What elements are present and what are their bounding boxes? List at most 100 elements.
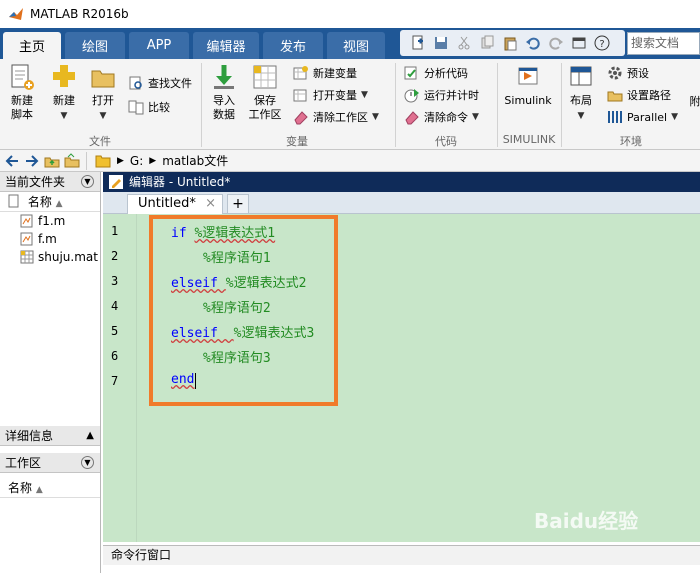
back-arrow-icon[interactable] <box>4 153 20 169</box>
name-column-header[interactable]: 名称 ▲ <box>0 192 100 212</box>
breadcrumb-folder[interactable]: matlab文件 <box>162 152 228 169</box>
layout-button[interactable]: 布局 ▼ <box>564 63 598 123</box>
svg-text:?: ? <box>599 39 604 50</box>
group-simulink-label: SIMULINK <box>502 133 556 146</box>
workspace-name-column-header[interactable]: 名称 ▲ <box>0 478 100 498</box>
panel-menu-icon[interactable]: ▼ <box>81 456 94 469</box>
open-variable-label: 打开变量 <box>313 89 357 102</box>
expand-up-icon[interactable]: ▲ <box>86 426 94 446</box>
find-files-label: 查找文件 <box>148 77 192 90</box>
matlab-logo-icon <box>9 8 23 20</box>
tab-plots[interactable]: 绘图 <box>65 32 125 59</box>
open-variable-icon <box>293 89 307 102</box>
tab-publish[interactable]: 发布 <box>263 32 323 59</box>
group-variable-label: 变量 <box>286 135 308 148</box>
m-file-icon <box>20 214 33 228</box>
workspace-name-label: 名称 <box>8 481 33 495</box>
details-title: 详细信息 <box>5 429 54 443</box>
clear-commands-button[interactable]: 清除命令 ▼ <box>404 109 479 125</box>
undo-icon[interactable] <box>525 35 541 51</box>
new-button[interactable]: 新建 ▼ <box>46 63 82 123</box>
paste-icon[interactable] <box>502 35 518 51</box>
save-workspace-icon <box>253 65 277 89</box>
parallel-button[interactable]: Parallel ▼ <box>607 109 678 125</box>
open-variable-button[interactable]: 打开变量 ▼ <box>293 87 368 103</box>
new-tab-button[interactable]: + <box>227 194 249 214</box>
new-file-icon[interactable] <box>410 35 426 51</box>
ribbon-tab-bar: 主页 绘图 APP 编辑器 发布 视图 ? 搜索文档 <box>0 28 700 59</box>
new-label: 新建 <box>53 94 75 107</box>
panel-menu-icon[interactable]: ▼ <box>81 175 94 188</box>
tab-view[interactable]: 视图 <box>327 32 385 59</box>
new-script-icon <box>11 64 34 90</box>
clear-workspace-button[interactable]: 清除工作区 ▼ <box>293 109 379 125</box>
line-number: 3 <box>111 274 119 288</box>
line-number: 4 <box>111 299 119 313</box>
file-item[interactable]: shuju.mat <box>0 248 100 266</box>
preferences-button[interactable]: 预设 <box>607 65 649 81</box>
folder-icon <box>95 155 111 167</box>
editor-tab-label: Untitled* <box>138 196 196 211</box>
import-data-button[interactable]: 导入 数据 <box>206 63 242 122</box>
mat-file-icon <box>20 250 34 264</box>
parallel-icon <box>608 111 622 123</box>
current-folder-panel: 当前文件夹 ▼ 名称 ▲ f1.m f.m shuju.mat 详细信息 ▲ 工… <box>0 172 101 573</box>
clear-workspace-label: 清除工作区 <box>313 111 368 124</box>
new-script-button[interactable]: 新建 脚本 <box>4 63 40 122</box>
compare-button[interactable]: 比较 <box>128 99 170 115</box>
new-plus-icon <box>53 65 75 87</box>
run-and-time-button[interactable]: 运行并计时 <box>404 87 479 103</box>
ribbon: 新建 脚本 新建 ▼ 打开 ▼ 查找文件 比较 文件 导入 数据 保存 工作区 新建… <box>0 59 700 150</box>
eraser-icon <box>405 111 419 125</box>
command-window-header: 命令行窗口 <box>103 545 700 565</box>
line-number: 6 <box>111 349 119 363</box>
breadcrumb-separator-icon: ▶ <box>149 155 157 166</box>
search-input[interactable]: 搜索文档 <box>627 32 700 55</box>
layout-label: 布局 <box>570 94 592 107</box>
tab-apps[interactable]: APP <box>129 32 189 59</box>
current-folder-header: 当前文件夹 ▼ <box>0 172 100 192</box>
new-script-label: 新建 脚本 <box>11 94 33 121</box>
open-button[interactable]: 打开 ▼ <box>86 63 120 123</box>
breadcrumb-drive[interactable]: G: <box>130 154 143 168</box>
group-file-label: 文件 <box>89 135 111 148</box>
tab-home[interactable]: 主页 <box>3 32 61 59</box>
cut-icon[interactable] <box>456 35 472 51</box>
editor-tab-untitled[interactable]: Untitled* × <box>127 194 223 214</box>
forward-arrow-icon[interactable] <box>24 153 40 169</box>
line-number: 2 <box>111 249 119 263</box>
eraser-icon <box>294 111 308 125</box>
file-item[interactable]: f1.m <box>0 212 100 230</box>
addons-label: 附 <box>689 95 700 108</box>
close-icon[interactable]: × <box>205 195 216 213</box>
browse-folder-icon[interactable] <box>64 152 80 169</box>
simulink-button[interactable]: Simulink <box>502 63 554 108</box>
divider <box>86 151 87 170</box>
redo-icon[interactable] <box>548 35 564 51</box>
find-files-button[interactable]: 查找文件 <box>128 75 192 91</box>
name-column-label: 名称 <box>27 195 52 209</box>
switch-windows-icon[interactable] <box>571 35 587 51</box>
line-number: 7 <box>111 374 119 388</box>
line-number: 1 <box>111 224 119 238</box>
save-icon[interactable] <box>433 35 449 51</box>
set-path-button[interactable]: 设置路径 <box>607 87 671 103</box>
up-folder-icon[interactable] <box>44 153 60 169</box>
workspace-header: 工作区 ▼ <box>0 453 100 473</box>
quick-access-toolbar: ? <box>400 30 625 56</box>
copy-icon[interactable] <box>479 35 495 51</box>
workspace-title: 工作区 <box>5 456 42 470</box>
save-workspace-button[interactable]: 保存 工作区 <box>246 63 284 122</box>
m-file-icon <box>20 232 33 246</box>
new-variable-button[interactable]: 新建变量 <box>293 65 357 81</box>
command-window[interactable] <box>103 565 700 573</box>
addons-button[interactable]: 附 <box>688 95 700 109</box>
watermark: Baidu经验 <box>534 509 639 533</box>
tab-editor[interactable]: 编辑器 <box>193 32 259 59</box>
help-icon[interactable]: ? <box>594 35 610 51</box>
analyze-code-button[interactable]: 分析代码 <box>404 65 468 81</box>
folder-open-icon <box>91 70 115 88</box>
file-item[interactable]: f.m <box>0 230 100 248</box>
details-header[interactable]: 详细信息 ▲ <box>0 426 100 446</box>
file-name: f1.m <box>38 214 66 228</box>
